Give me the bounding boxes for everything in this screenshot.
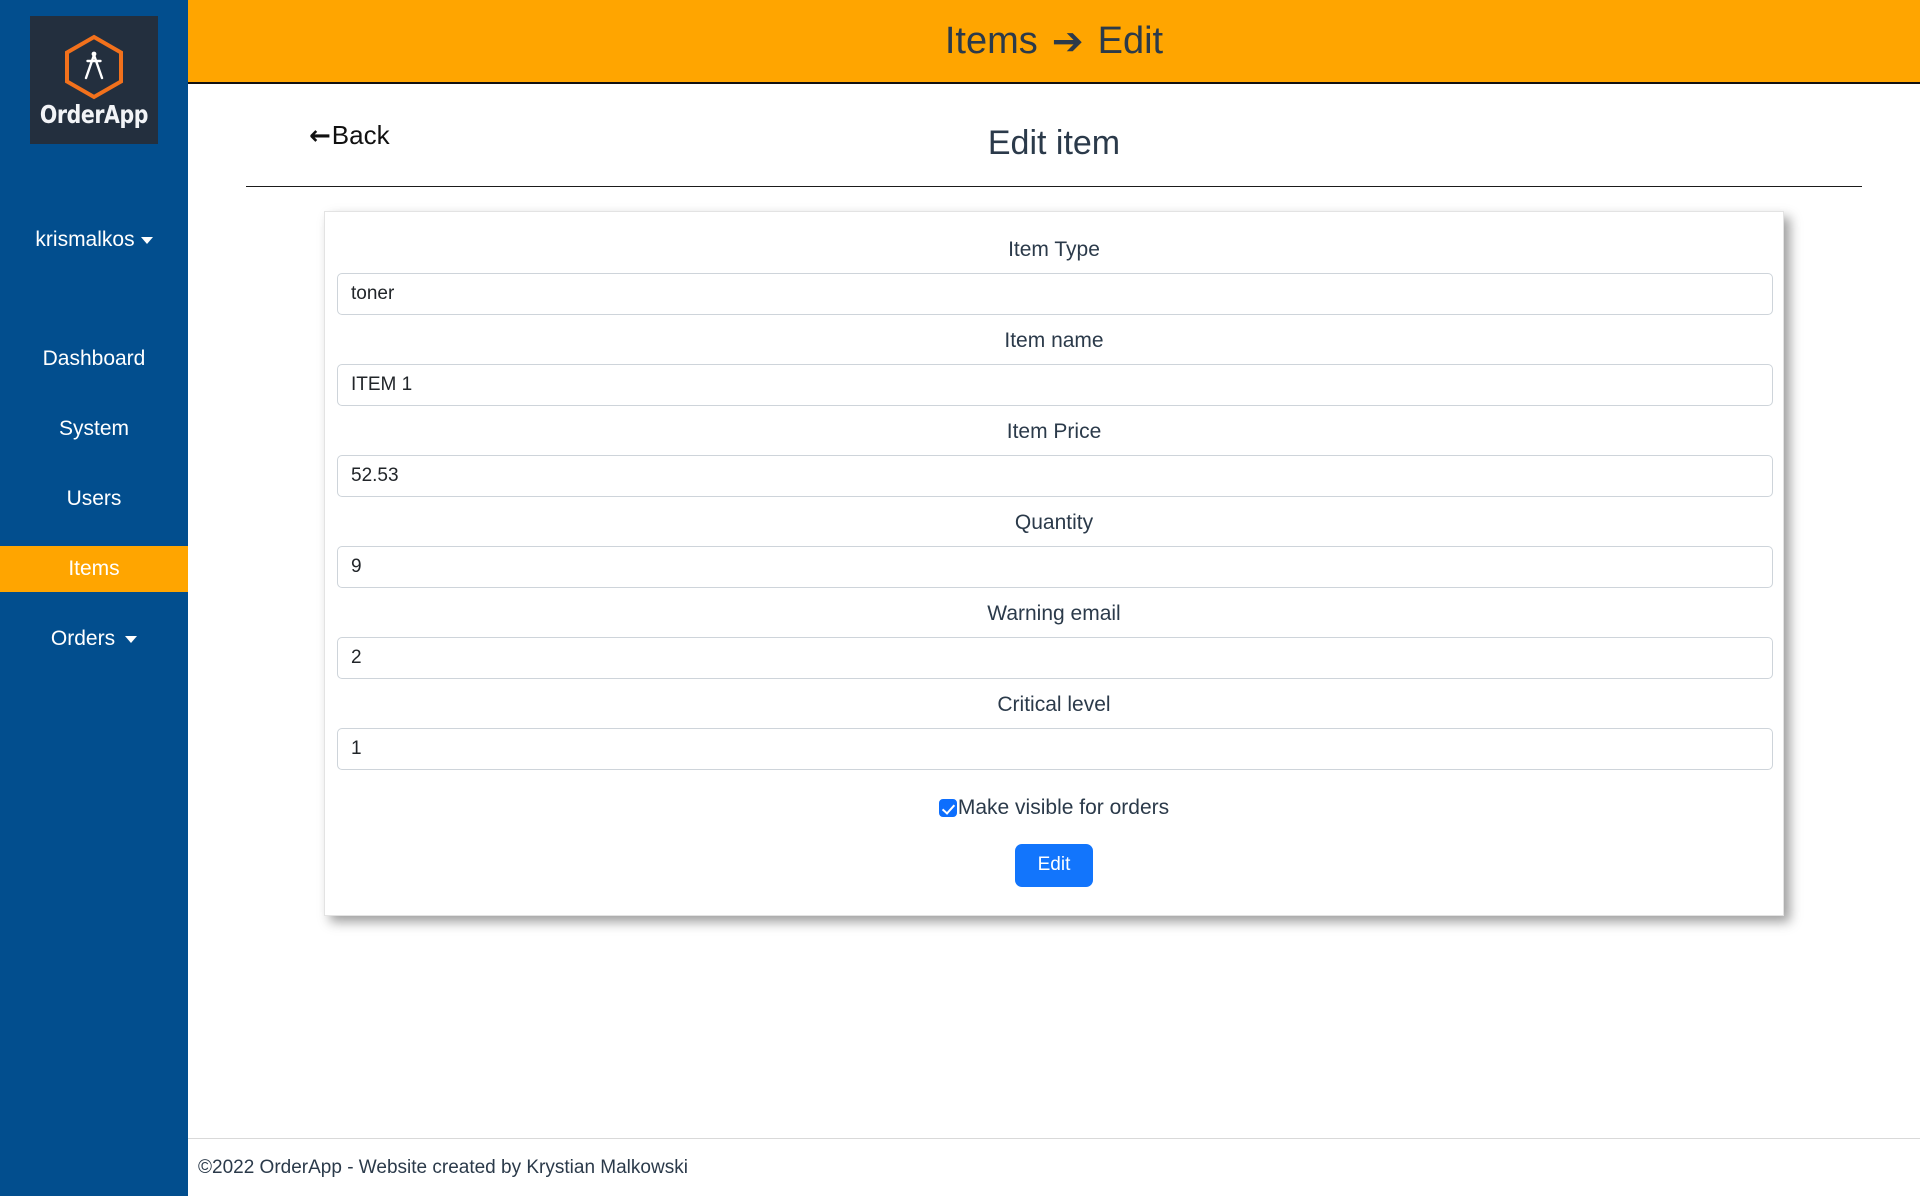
field-warning-email: Warning email [337, 602, 1773, 679]
chevron-down-icon [140, 236, 153, 244]
item-price-input[interactable] [337, 455, 1773, 497]
chevron-down-icon [125, 635, 138, 643]
critical-level-input[interactable] [337, 728, 1773, 770]
field-critical-level: Critical level [337, 693, 1773, 770]
logo-wordmark: OrderApp [39, 99, 149, 129]
make-visible-checkbox[interactable] [938, 799, 957, 817]
arrow-left-icon: ← [309, 120, 331, 151]
sidebar-item-label: Dashboard [42, 347, 146, 370]
back-link[interactable]: ← Back [309, 120, 390, 151]
page-title: Edit item [987, 123, 1121, 162]
edit-item-form: Item Type Item name Item Price Quantity [324, 211, 1784, 916]
field-label: Item Type [1008, 238, 1100, 261]
app-logo[interactable]: OrderApp [30, 16, 158, 144]
top-bar: Items ➔ Edit [188, 0, 1920, 84]
compass-hexagon-icon [62, 34, 126, 100]
item-type-input[interactable] [337, 273, 1773, 315]
footer: ©2022 OrderApp - Website created by Krys… [188, 1138, 1920, 1196]
sidebar-item-users[interactable]: Users [0, 476, 188, 522]
field-label: Warning email [987, 602, 1121, 625]
item-name-input[interactable] [337, 364, 1773, 406]
field-item-price: Item Price [337, 420, 1773, 497]
field-label: Quantity [1014, 511, 1094, 534]
sidebar-item-label: Items [68, 557, 120, 580]
sidebar-item-dashboard[interactable]: Dashboard [0, 336, 188, 382]
field-label: Item name [1004, 329, 1104, 352]
sidebar-item-label: Orders [50, 627, 116, 650]
sidebar-item-orders[interactable]: Orders [0, 616, 188, 662]
field-item-type: Item Type [337, 238, 1773, 315]
main-area: Items ➔ Edit ← Back Edit item Item Type [188, 0, 1920, 1196]
footer-text: ©2022 OrderApp - Website created by Krys… [198, 1156, 688, 1178]
sidebar: OrderApp krismalkos Dashboard System Use… [0, 0, 188, 1196]
make-visible-label[interactable]: Make visible for orders [958, 796, 1169, 820]
app-root: OrderApp krismalkos Dashboard System Use… [0, 0, 1920, 1196]
sidebar-item-label: Users [66, 487, 122, 510]
sidebar-nav: Dashboard System Users Items Orders [0, 336, 188, 686]
header-divider [246, 186, 1862, 187]
warning-email-input[interactable] [337, 637, 1773, 679]
edit-submit-button[interactable]: Edit [1014, 844, 1094, 887]
user-menu-label: krismalkos [35, 228, 135, 251]
back-label: Back [331, 120, 390, 150]
form-card-wrapper: Item Type Item name Item Price Quantity [246, 211, 1862, 934]
breadcrumb-current: Edit [1097, 19, 1164, 62]
field-quantity: Quantity [337, 511, 1773, 588]
submit-row: Edit [337, 844, 1771, 887]
content-area: ← Back Edit item Item Type Item name [188, 84, 1920, 1138]
breadcrumb-parent[interactable]: Items [945, 20, 1038, 63]
sidebar-item-items[interactable]: Items [0, 546, 188, 592]
page-header: ← Back Edit item [246, 84, 1862, 180]
visible-for-orders-row: Make visible for orders [337, 796, 1771, 820]
breadcrumb: Items ➔ Edit [945, 20, 1163, 63]
user-menu[interactable]: krismalkos [0, 228, 188, 252]
sidebar-item-label: System [58, 417, 129, 440]
quantity-input[interactable] [337, 546, 1773, 588]
field-item-name: Item name [337, 329, 1773, 406]
field-label: Item Price [1006, 420, 1102, 443]
field-label: Critical level [997, 693, 1111, 716]
sidebar-item-system[interactable]: System [0, 406, 188, 452]
arrow-right-icon: ➔ [1051, 19, 1084, 63]
